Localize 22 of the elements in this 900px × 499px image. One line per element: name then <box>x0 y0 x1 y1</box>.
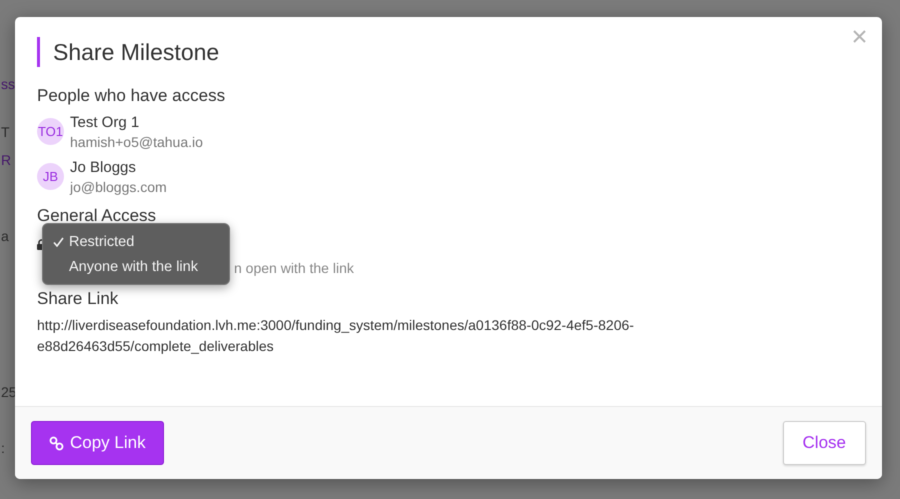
background-text: : <box>1 440 5 456</box>
person-email: hamish+o5@tahua.io <box>70 133 203 152</box>
check-icon <box>53 236 64 246</box>
avatar: TO1 <box>37 118 64 145</box>
person-name: Jo Bloggs <box>70 158 136 178</box>
menu-item[interactable]: Restricted <box>43 229 229 254</box>
dialog-title: Share Milestone <box>37 37 860 67</box>
menu-item[interactable]: Anyone with the link <box>43 254 229 279</box>
close-button[interactable]: Close <box>782 421 866 465</box>
background-text: a <box>1 228 9 244</box>
avatar: JB <box>37 163 64 190</box>
copy-link-button[interactable]: Copy Link <box>31 421 164 465</box>
background-link[interactable]: R <box>1 152 12 168</box>
general-access-heading: General Access <box>37 205 156 227</box>
background-text: T <box>1 124 10 140</box>
person-name: Test Org 1 <box>70 113 140 133</box>
person-email: jo@bloggs.com <box>70 178 167 197</box>
people-heading: People who have access <box>37 85 226 107</box>
link-icon <box>49 436 64 450</box>
background-link[interactable]: ss <box>1 76 15 92</box>
share-link-heading: Share Link <box>37 288 118 310</box>
access-description: n open with the link <box>234 260 354 276</box>
